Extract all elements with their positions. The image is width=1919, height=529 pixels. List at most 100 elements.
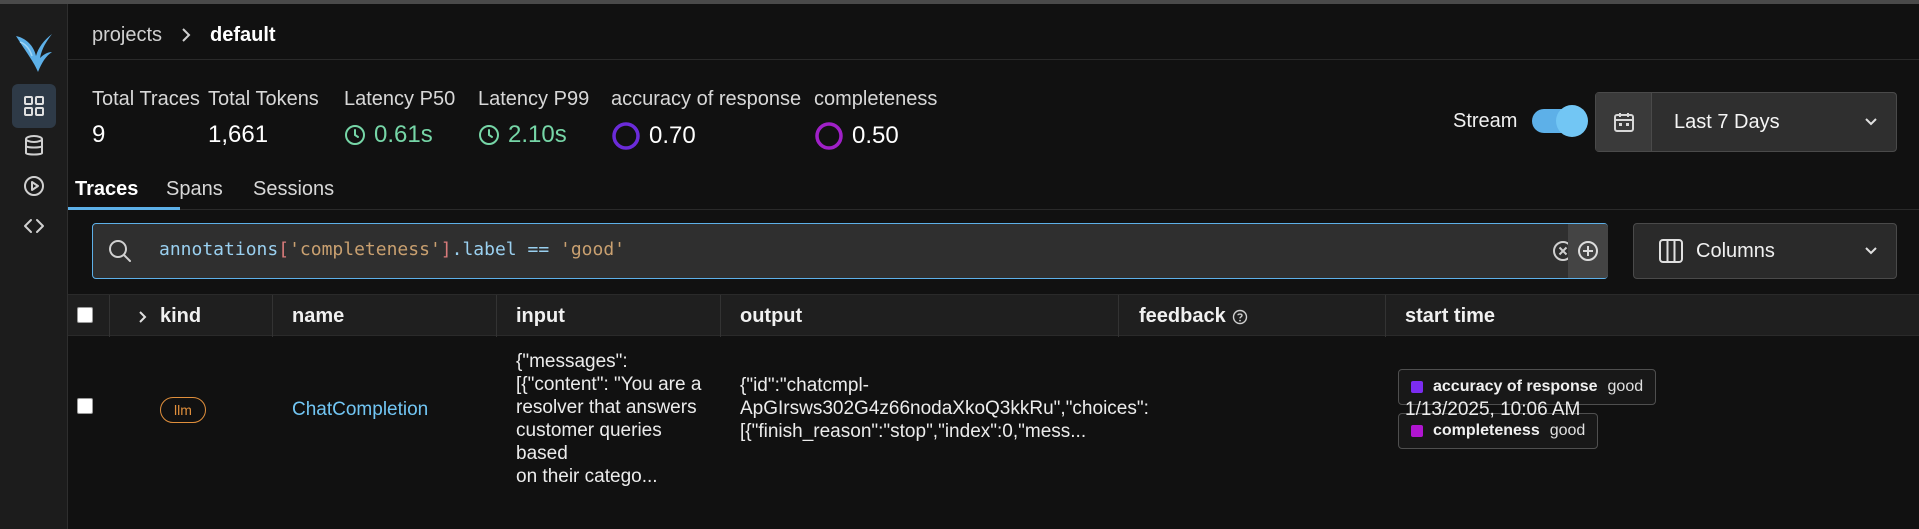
tab-bar: Traces Spans Sessions bbox=[68, 170, 1919, 210]
stat-label: accuracy of response bbox=[611, 88, 802, 110]
stat-label: Latency P50 bbox=[344, 88, 456, 110]
chevron-right-icon bbox=[139, 310, 147, 323]
feedback-header-label: feedback bbox=[1139, 305, 1226, 327]
sidebar bbox=[0, 4, 68, 529]
tab-sessions[interactable]: Sessions bbox=[253, 178, 334, 201]
input-line: resolver that answers bbox=[516, 397, 697, 418]
row-select-checkbox[interactable] bbox=[77, 398, 93, 414]
input-line: [{"content": "You are a bbox=[516, 374, 702, 395]
accuracy-value: 0.70 bbox=[649, 122, 696, 149]
time-range-label: Last 7 Days bbox=[1674, 110, 1780, 133]
annotation-name: accuracy of response bbox=[1433, 378, 1598, 395]
completeness-value: 0.50 bbox=[852, 122, 899, 149]
chevron-down-icon bbox=[1846, 93, 1896, 151]
stat-value: 2.10s bbox=[478, 121, 589, 149]
add-filter-button[interactable] bbox=[1568, 224, 1608, 278]
latency-p50-value: 0.61s bbox=[374, 121, 433, 148]
column-divider bbox=[1385, 295, 1386, 337]
annotation-label: good bbox=[1607, 378, 1644, 395]
main-content: projects default Total Traces 9 Total To… bbox=[68, 4, 1919, 529]
input-line: customer queries based bbox=[516, 420, 662, 464]
nav-datasets-button[interactable] bbox=[12, 124, 56, 168]
stat-accuracy-of-response: accuracy of response 0.70 bbox=[611, 88, 801, 151]
tab-traces[interactable]: Traces bbox=[75, 178, 138, 201]
start-time-cell: 1/13/2025, 10:06 AM bbox=[1405, 399, 1581, 420]
columns-button[interactable]: Columns bbox=[1633, 223, 1897, 279]
stat-label: Total Tokens bbox=[208, 88, 319, 110]
clock-icon bbox=[479, 125, 499, 145]
span-name-link[interactable]: ChatCompletion bbox=[292, 398, 428, 421]
column-header-input[interactable]: input bbox=[516, 305, 565, 328]
clock-icon bbox=[345, 125, 365, 145]
column-header-start-time[interactable]: start time bbox=[1405, 305, 1495, 328]
app-logo-icon[interactable] bbox=[12, 28, 56, 74]
annotation-color-swatch bbox=[1411, 425, 1423, 437]
table-header: kind name input output feedback start ti… bbox=[68, 294, 1919, 337]
stat-completeness: completeness 0.50 bbox=[814, 88, 937, 151]
tab-spans[interactable]: Spans bbox=[166, 178, 223, 201]
stat-label: Latency P99 bbox=[478, 88, 590, 110]
column-header-name[interactable]: name bbox=[292, 305, 344, 328]
column-header-kind[interactable]: kind bbox=[138, 305, 201, 328]
stat-total-traces: Total Traces 9 bbox=[92, 88, 200, 149]
filter-bracket: [ bbox=[278, 239, 290, 260]
column-divider bbox=[109, 295, 110, 337]
stat-value: 0.50 bbox=[814, 121, 937, 151]
output-line: ApGIrsws302G4z66nodaXkoQ3kkRu","choices"… bbox=[740, 398, 1149, 419]
kind-header-label: kind bbox=[160, 305, 202, 327]
stream-toggle[interactable] bbox=[1532, 105, 1588, 137]
stat-value: 0.70 bbox=[611, 121, 801, 151]
span-name-text: ChatCompletion bbox=[292, 399, 429, 420]
column-divider bbox=[1118, 295, 1119, 337]
filter-middle: .label == bbox=[451, 239, 560, 260]
input-line: on their catego... bbox=[516, 466, 658, 487]
nav-apis-button[interactable] bbox=[12, 204, 56, 248]
column-divider bbox=[272, 295, 273, 337]
breadcrumb-current: default bbox=[210, 23, 276, 46]
calendar-icon bbox=[1596, 93, 1652, 151]
help-icon[interactable] bbox=[1232, 309, 1248, 325]
input-line: {"messages": bbox=[516, 351, 628, 372]
filter-condition-input[interactable]: annotations['completeness'].label == 'go… bbox=[92, 223, 1608, 279]
annotation-label: good bbox=[1549, 422, 1586, 439]
database-icon bbox=[25, 135, 43, 156]
kind-badge: llm bbox=[160, 397, 206, 423]
output-cell: {"id":"chatcmpl- ApGIrsws302G4z66nodaXko… bbox=[740, 374, 1149, 443]
table-row[interactable]: llm ChatCompletion {"messages": [{"conte… bbox=[68, 336, 1919, 487]
play-circle-icon bbox=[24, 176, 44, 196]
stat-label: completeness bbox=[814, 88, 938, 110]
filter-value: 'good' bbox=[560, 239, 626, 260]
column-divider bbox=[496, 295, 497, 337]
code-icon bbox=[24, 219, 44, 233]
nav-projects-button[interactable] bbox=[12, 84, 56, 128]
breadcrumb-projects-link[interactable]: projects bbox=[92, 24, 162, 47]
annotation-name: completeness bbox=[1433, 422, 1540, 439]
annotation-color-swatch bbox=[1411, 381, 1423, 393]
input-cell: {"messages": [{"content": "You are a res… bbox=[516, 350, 716, 488]
column-header-feedback[interactable]: feedback bbox=[1139, 305, 1248, 328]
filter-key: 'completeness' bbox=[289, 239, 441, 260]
column-divider bbox=[720, 295, 721, 337]
columns-label: Columns bbox=[1696, 239, 1775, 262]
total-traces-value: 9 bbox=[92, 121, 106, 148]
output-line: [{"finish_reason":"stop","index":0,"mess… bbox=[740, 421, 1087, 442]
stat-value: 1,661 bbox=[208, 121, 319, 149]
active-tab-indicator bbox=[68, 207, 180, 210]
column-header-output[interactable]: output bbox=[740, 305, 802, 328]
nav-playground-button[interactable] bbox=[12, 164, 56, 208]
plus-circle-icon bbox=[1578, 241, 1598, 261]
total-tokens-value: 1,661 bbox=[208, 121, 269, 148]
time-range-select[interactable]: Last 7 Days bbox=[1595, 92, 1897, 152]
stat-value: 9 bbox=[92, 121, 200, 149]
search-icon bbox=[107, 238, 133, 269]
filter-bracket: ] bbox=[440, 239, 452, 260]
stream-label: Stream bbox=[1453, 110, 1518, 132]
header-divider bbox=[68, 59, 1919, 60]
select-all-checkbox[interactable] bbox=[77, 307, 93, 323]
stat-value: 0.61s bbox=[344, 121, 455, 149]
columns-icon bbox=[1658, 238, 1684, 264]
chevron-down-icon bbox=[1864, 246, 1878, 256]
breadcrumb: projects default bbox=[92, 20, 276, 50]
stat-total-tokens: Total Tokens 1,661 bbox=[208, 88, 319, 149]
grid-icon bbox=[24, 96, 44, 116]
